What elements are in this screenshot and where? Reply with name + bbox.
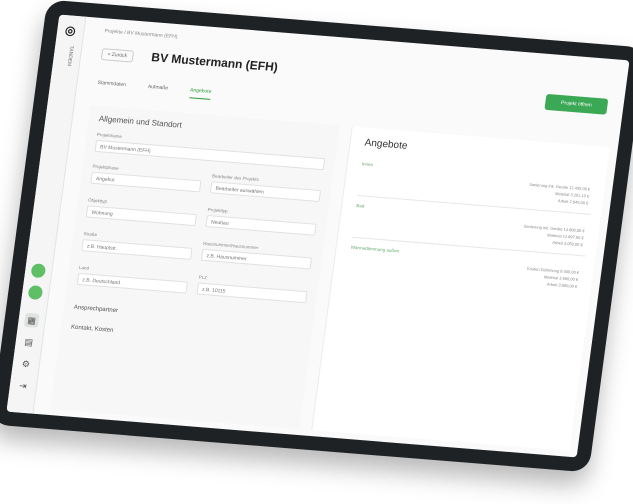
section-general[interactable]: Allgemein und Standort <box>98 114 182 130</box>
type-select[interactable]: Wohnung <box>85 205 197 227</box>
page-title: BV Mustermann (EFH) <box>150 50 279 75</box>
tab-bar: Stammdaten Aufmaße Angebote <box>97 80 212 100</box>
project-name-field[interactable]: BV Mustermann (EFH) <box>94 139 326 171</box>
street-label: Straße <box>83 231 98 238</box>
offers-panel: Angebote Innen Sanierung ink. Geräte 12.… <box>311 126 610 451</box>
tab-stammdaten[interactable]: Stammdaten <box>97 80 126 93</box>
offer-name[interactable]: Innen <box>362 161 374 167</box>
breadcrumb[interactable]: Projekte / BV Mustermann (EFH) <box>104 28 178 40</box>
housenr-field[interactable]: z.B. Hausnummer <box>200 248 313 270</box>
stage: ◎ TANDEM ▦ ▤ ⚙ ⇥ Projekte / BV Musterman… <box>0 0 633 504</box>
section-costs[interactable]: Kontakt, Kosten <box>71 325 114 334</box>
zip-label: PLZ <box>198 274 208 281</box>
city-label: Land <box>78 264 90 271</box>
offer-details: Sanierung ink. Geräte 12.455,00 € Materi… <box>527 181 591 207</box>
tab-aufmasse[interactable]: Aufmaße <box>147 84 168 97</box>
typology-label: Projekttyp <box>207 207 228 214</box>
offers-title: Angebote <box>363 137 409 152</box>
typology-select[interactable]: Neubau <box>205 215 317 236</box>
open-project-button[interactable]: Projekt öffnen <box>544 93 609 115</box>
offer-name[interactable]: Bad <box>356 203 365 209</box>
zip-field[interactable]: z.B. 10115 <box>196 282 308 304</box>
gear-icon[interactable]: ⚙ <box>18 356 34 371</box>
type-label: Objekttyp <box>87 197 108 204</box>
phase-label: Projektphase <box>92 163 120 171</box>
grid-icon[interactable]: ▦ <box>23 312 40 328</box>
status-dot-icon[interactable] <box>30 263 47 279</box>
main-area: Projekte / BV Mustermann (EFH) < Zurück … <box>33 17 629 458</box>
logout-icon[interactable]: ⇥ <box>15 378 31 393</box>
tablet-device: ◎ TANDEM ▦ ▤ ⚙ ⇥ Projekte / BV Musterman… <box>0 0 633 473</box>
responsible-select[interactable]: Bearbeiter auswählen <box>209 181 322 203</box>
offer-name[interactable]: Wärmedämmung außen <box>350 245 399 254</box>
app-screen: ◎ TANDEM ▦ ▤ ⚙ ⇥ Projekte / BV Musterman… <box>6 14 630 458</box>
inbox-icon[interactable]: ▤ <box>21 335 37 350</box>
offer-details: Kosten Dämmung 9.400,00 € Material 3.600… <box>525 265 580 290</box>
street-field[interactable]: z.B. Hauptstr. <box>81 239 193 260</box>
tab-angebote[interactable]: Angebote <box>188 87 212 100</box>
project-form: Allgemein und Standort Projektname BV Mu… <box>50 105 340 430</box>
offer-details: Sanierung ink. Geräte 14.800,00 € Materi… <box>521 222 585 248</box>
brand-text: TANDEM <box>65 45 75 67</box>
status-dot-icon[interactable] <box>27 285 44 301</box>
phase-select[interactable]: Angebot <box>90 171 202 193</box>
responsible-label: Bearbeiter des Projekts <box>211 173 260 183</box>
app-logo-icon: ◎ <box>64 23 77 38</box>
back-button[interactable]: < Zurück <box>100 48 134 63</box>
project-name-label: Projektname <box>96 131 123 139</box>
city-field[interactable]: z.B. Deutschland <box>76 272 188 294</box>
section-contact[interactable]: Ansprechpartner <box>73 305 118 315</box>
